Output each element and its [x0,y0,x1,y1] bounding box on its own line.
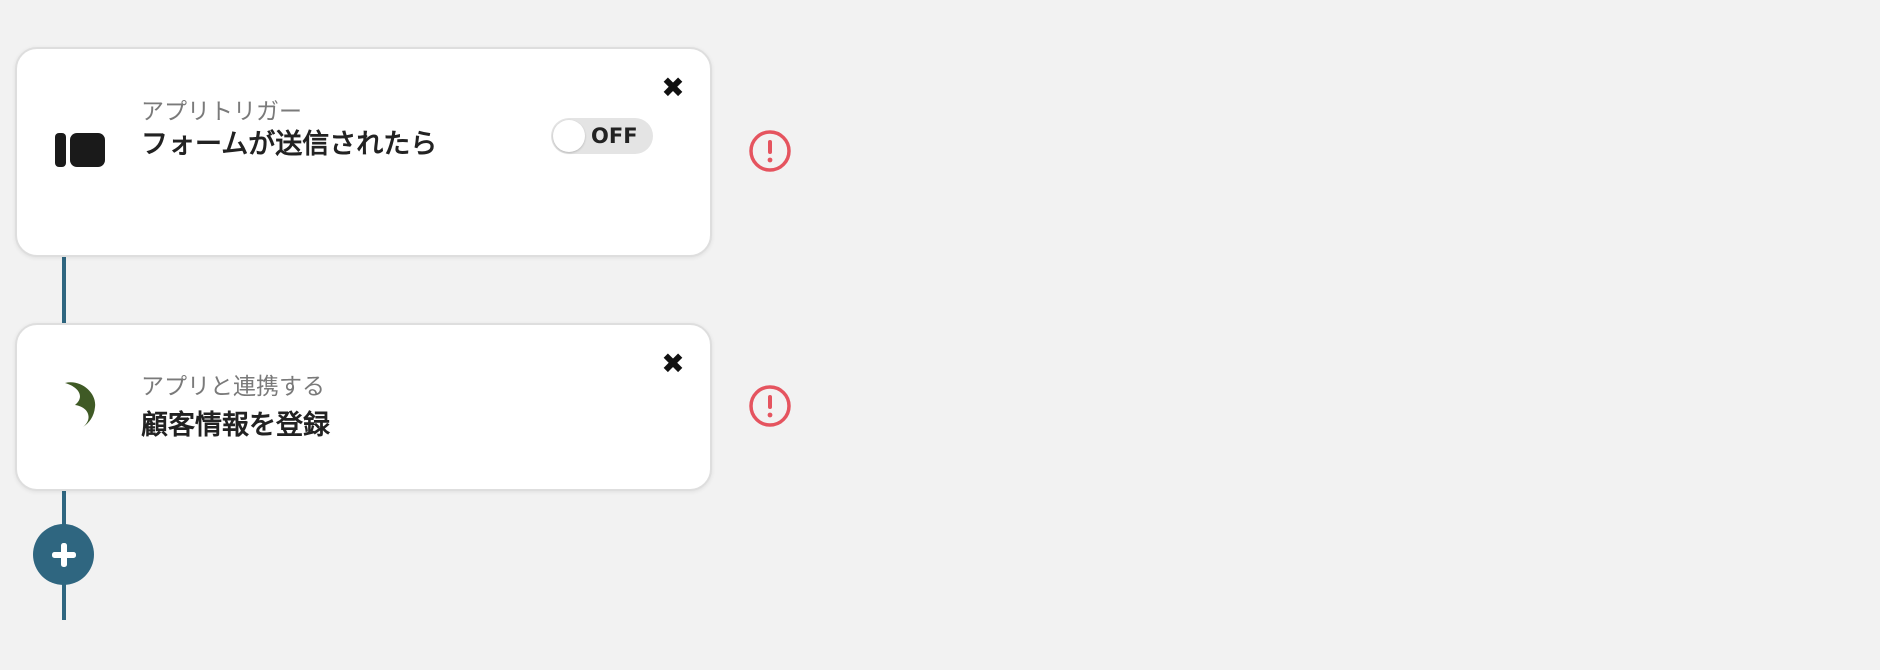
toggle-label: OFF [591,124,638,148]
action-step-card[interactable]: アプリと連携する 顧客情報を登録 ✖ [15,323,712,491]
close-icon[interactable]: ✖ [658,73,688,103]
toggle-knob [553,120,585,152]
step-title: 顧客情報を登録 [141,410,330,441]
warning-icon[interactable] [748,384,792,428]
close-icon[interactable]: ✖ [658,349,688,379]
trigger-toggle[interactable]: OFF [551,118,653,154]
flow-connector-line [62,257,66,323]
crescent-app-icon [65,382,96,427]
trigger-step-card[interactable]: アプリトリガー フォームが送信されたら OFF ✖ [15,47,712,257]
form-app-icon [55,133,105,167]
plus-icon [51,542,76,567]
add-step-button[interactable] [33,524,94,585]
step-kind-label: アプリトリガー [141,99,302,125]
step-kind-label: アプリと連携する [141,374,325,400]
warning-icon[interactable] [748,129,792,173]
step-title: フォームが送信されたら [141,129,438,160]
